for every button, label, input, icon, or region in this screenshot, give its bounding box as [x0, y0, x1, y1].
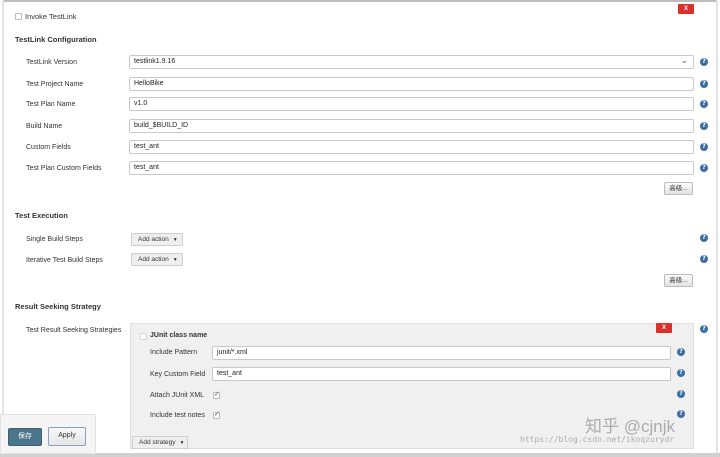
strategy-title: JUnit class name [150, 332, 208, 339]
testlink-version-label: TestLink Version [26, 59, 77, 66]
help-icon[interactable]: ? [677, 369, 685, 377]
testlink-version-value: testlink1.9.16 [134, 58, 176, 65]
watermark-url: https://blog.csdn.net/ikoqzurydr [520, 435, 675, 444]
help-icon[interactable]: ? [677, 410, 685, 418]
frame-left-border [2, 0, 4, 457]
save-button[interactable]: 保存 [8, 428, 42, 446]
custom-fields-label: Custom Fields [26, 144, 71, 151]
project-name-input[interactable]: HelloBike [129, 77, 694, 91]
iterative-add-action-dropdown[interactable]: Add action ▼ [131, 253, 183, 266]
add-action-label: Add action [138, 256, 169, 263]
apply-button[interactable]: Apply [48, 427, 86, 446]
section-title-execution: Test Execution [15, 211, 68, 220]
help-icon[interactable]: ? [700, 58, 708, 66]
help-icon[interactable]: ? [700, 255, 708, 263]
help-icon[interactable]: ? [700, 164, 708, 172]
plan-name-label: Test Plan Name [26, 101, 76, 108]
add-strategy-dropdown[interactable]: Add strategy ▼ [132, 436, 188, 449]
invoke-testlink-checkbox[interactable] [15, 13, 22, 20]
build-name-input[interactable]: build_$BUILD_ID [129, 119, 694, 133]
config-advanced-button[interactable]: 高级... [664, 182, 693, 195]
iterative-build-steps-label: Iterative Test Build Steps [26, 257, 103, 264]
single-add-action-dropdown[interactable]: Add action ▼ [131, 233, 183, 246]
add-action-label: Add action [138, 236, 169, 243]
project-name-label: Test Project Name [26, 81, 84, 88]
help-icon[interactable]: ? [700, 80, 708, 88]
single-build-steps-label: Single Build Steps [26, 236, 83, 243]
testlink-version-select[interactable]: testlink1.9.16 [129, 55, 694, 69]
attach-junit-checkbox[interactable] [213, 390, 220, 399]
help-icon[interactable]: ? [700, 122, 708, 130]
delete-strategy-button[interactable]: X [656, 323, 672, 333]
plan-custom-fields-label: Test Plan Custom Fields [26, 165, 102, 172]
help-icon[interactable]: ? [700, 234, 708, 242]
frame-bottom-border [0, 453, 720, 457]
invoke-testlink-title: Invoke TestLink [25, 12, 77, 21]
help-icon[interactable]: ? [677, 390, 685, 398]
caret-down-icon: ▼ [179, 440, 185, 446]
frame-top-border [2, 0, 718, 2]
include-notes-label: Include test notes [150, 412, 205, 419]
help-icon[interactable]: ? [677, 348, 685, 356]
caret-down-icon: ▼ [172, 257, 178, 263]
result-strategies-label: Test Result Seeking Strategies [26, 327, 122, 334]
build-name-label: Build Name [26, 123, 63, 130]
watermark-brand: 知乎 @cjnjk [585, 417, 675, 436]
help-icon[interactable]: ? [700, 143, 708, 151]
section-title-configuration: TestLink Configuration [15, 35, 97, 44]
execution-advanced-button[interactable]: 高级... [664, 274, 693, 287]
frame-right-border [716, 0, 718, 457]
caret-down-icon: ▼ [172, 237, 178, 243]
include-pattern-input[interactable]: junit/*.xml [212, 346, 671, 360]
plan-name-input[interactable]: v1.0 [129, 97, 694, 111]
delete-builder-button[interactable]: X [678, 4, 694, 14]
section-title-result: Result Seeking Strategy [15, 302, 101, 311]
strategy-drag-handle[interactable] [140, 333, 147, 340]
add-strategy-label: Add strategy [139, 439, 176, 446]
include-notes-checkbox[interactable] [213, 410, 220, 419]
plan-custom-fields-input[interactable]: test_ant [129, 161, 694, 175]
key-custom-field-label: Key Custom Field [150, 371, 206, 378]
attach-junit-label: Attach JUnit XML [150, 392, 205, 399]
custom-fields-input[interactable]: test_ant [129, 140, 694, 154]
help-icon[interactable]: ? [700, 100, 708, 108]
include-pattern-label: Include Pattern [150, 349, 198, 356]
help-icon[interactable]: ? [700, 325, 708, 333]
key-custom-field-input[interactable]: test_ant [212, 367, 671, 381]
